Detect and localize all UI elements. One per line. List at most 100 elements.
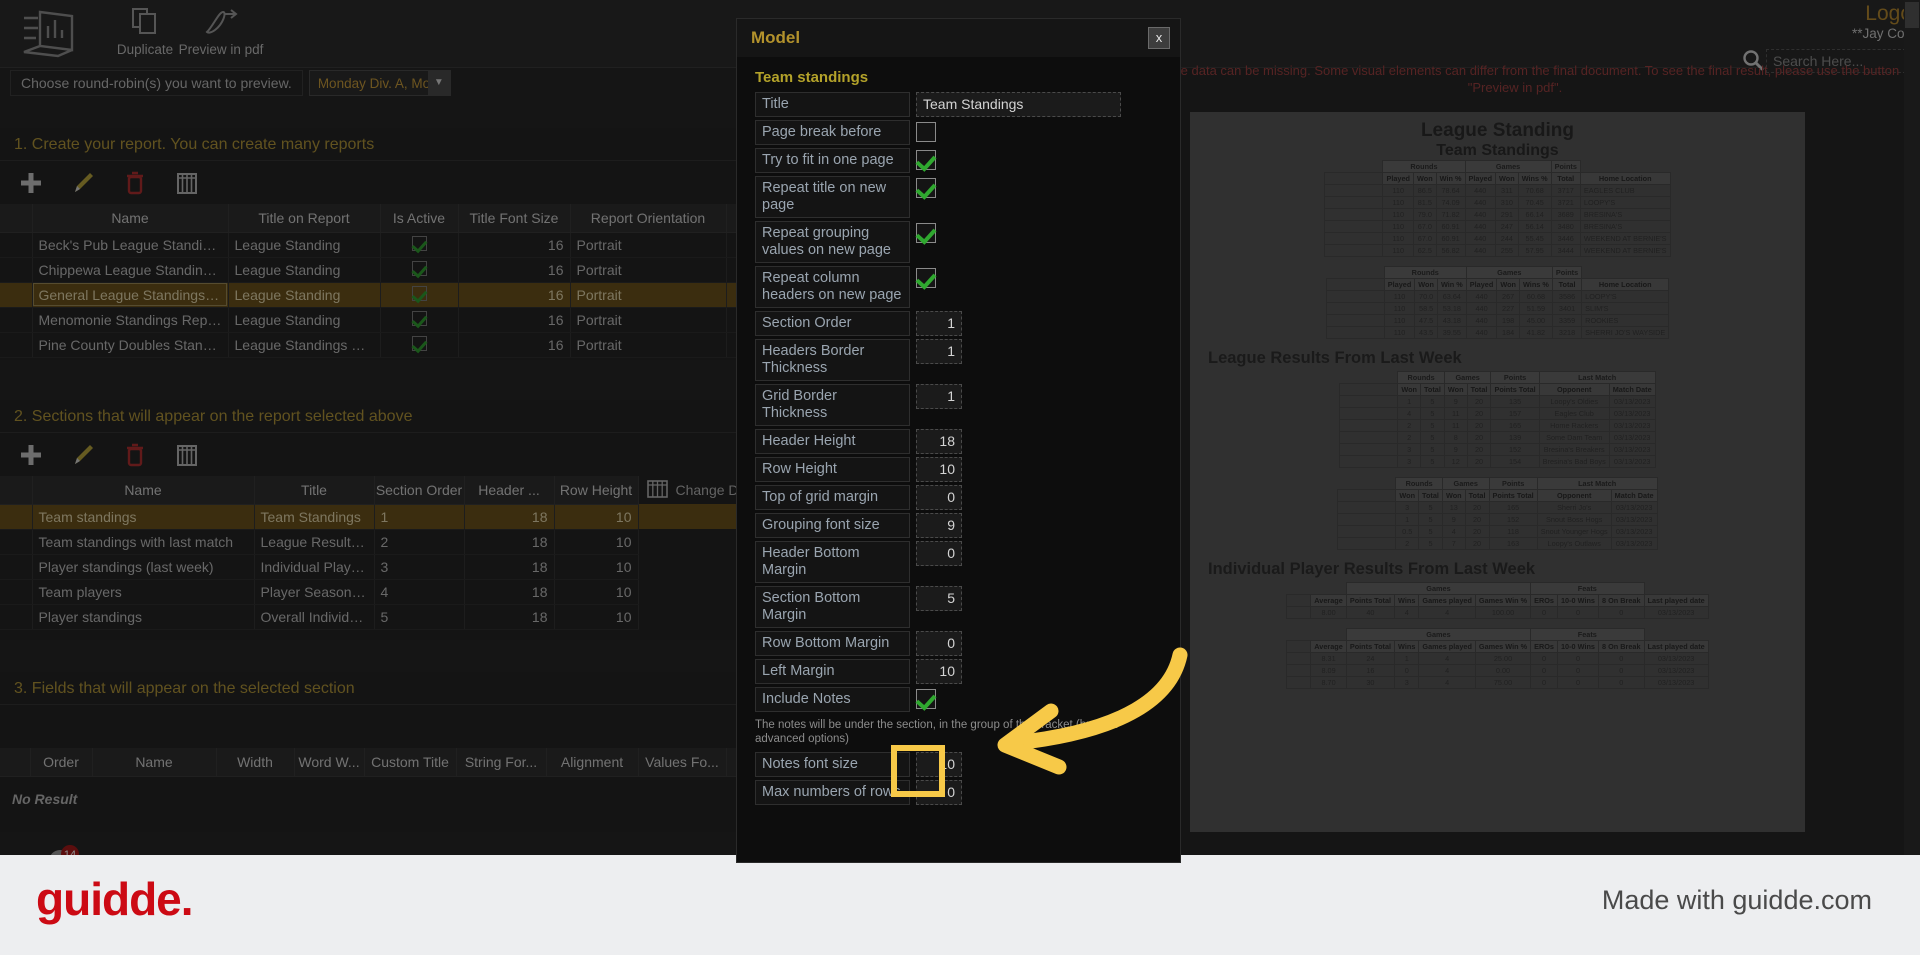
add-icon[interactable] — [16, 440, 46, 470]
report-cell: 5 — [1418, 501, 1443, 514]
column-header: EROs — [1530, 640, 1558, 653]
reports-col-orientation[interactable]: Report Orientation — [570, 204, 727, 233]
model-field-number-input[interactable]: 5 — [916, 586, 962, 611]
report-cell: 311 — [1495, 184, 1519, 197]
edit-icon[interactable] — [68, 168, 98, 198]
model-field-checkbox[interactable] — [916, 150, 936, 170]
sections-col-rowheight[interactable]: Row Height — [554, 476, 639, 505]
report-cell: 110 — [1382, 184, 1414, 197]
checkbox-icon[interactable] — [411, 310, 427, 326]
model-field-number-input[interactable]: 0 — [916, 631, 962, 656]
report-is-active[interactable] — [380, 307, 459, 333]
preview-in-pdf-button[interactable]: Preview in pdf — [166, 6, 276, 57]
row-selector[interactable] — [0, 332, 33, 358]
model-field-label: Repeat column headers on new page — [755, 266, 910, 308]
fields-col-valuesformat[interactable]: Values Fo... — [638, 748, 727, 777]
row-selector[interactable] — [0, 307, 33, 333]
fields-col-name[interactable]: Name — [92, 748, 217, 777]
section-header-height: 18 — [464, 504, 555, 530]
model-field-label: Row Height — [755, 457, 910, 482]
checkbox-icon[interactable] — [411, 235, 427, 251]
delete-icon[interactable] — [120, 440, 150, 470]
report-orientation: Portrait — [570, 282, 727, 308]
fields-col-order[interactable]: Order — [30, 748, 93, 777]
row-selector[interactable] — [0, 554, 33, 580]
row-selector[interactable] — [0, 232, 33, 258]
report-row: 110 67.0 60.91 440 247 56.14 3480 BRESINA'S — [1324, 220, 1671, 233]
report-row: 2 5 8 20 139 Some Dam Team 03/13/2023 — [1339, 431, 1656, 444]
report-name: Beck's Pub League Standing... — [32, 232, 229, 258]
row-selector[interactable] — [0, 579, 33, 605]
chevron-down-icon[interactable]: ▼ — [427, 71, 450, 95]
column-header: Match Date — [1608, 383, 1656, 396]
model-field-checkbox[interactable] — [916, 122, 936, 142]
model-field-number-input[interactable]: 1 — [916, 384, 962, 409]
report-is-active[interactable] — [380, 232, 459, 258]
reports-col-name[interactable]: Name — [32, 204, 229, 233]
sections-col-order[interactable]: Section Order — [374, 476, 465, 505]
report-cell: 3689 — [1550, 208, 1581, 221]
report-cell: 3218 — [1551, 326, 1583, 339]
report-cell: Bresina's Bad Boys — [1538, 455, 1610, 468]
round-robin-dropdown[interactable]: Monday Div. A, Mond... ▼ — [308, 70, 451, 96]
sections-col-name[interactable]: Name — [32, 476, 255, 505]
row-selector[interactable] — [0, 604, 33, 630]
model-field-checkbox[interactable] — [916, 689, 936, 709]
row-selector[interactable] — [0, 282, 33, 308]
report-cell: 39.55 — [1436, 326, 1467, 339]
add-icon[interactable] — [16, 168, 46, 198]
report-is-active[interactable] — [380, 282, 459, 308]
sections-col-header[interactable]: Header ... — [464, 476, 555, 505]
model-field-number-input[interactable]: 0 — [916, 541, 962, 566]
fields-col-width[interactable]: Width — [216, 748, 295, 777]
model-field-number-input[interactable]: 10 — [916, 659, 962, 684]
results-table-2: Rounds Games Points Last Match Won Total Won To… — [1337, 477, 1658, 550]
report-cell: 75.00 — [1474, 676, 1532, 689]
model-field-number-input[interactable]: 1 — [916, 339, 962, 364]
checkbox-icon[interactable] — [411, 285, 427, 301]
model-field-number-input[interactable]: 1 — [916, 311, 962, 336]
model-field-checkbox[interactable] — [916, 178, 936, 198]
columns-icon[interactable] — [172, 168, 202, 198]
row-selector[interactable] — [0, 529, 33, 555]
delete-icon[interactable] — [120, 168, 150, 198]
pdf-icon — [166, 6, 276, 40]
model-field-number-input[interactable]: 0 — [916, 485, 962, 510]
reports-col-title[interactable]: Title on Report — [228, 204, 381, 233]
reports-col-0[interactable] — [0, 204, 33, 233]
scrollbar-thumb[interactable] — [1905, 2, 1919, 28]
fields-col-customtitle[interactable]: Custom Title — [364, 748, 457, 777]
model-field-number-input[interactable]: 10 — [916, 457, 962, 482]
report-cell: 03/13/2023 — [1610, 537, 1658, 550]
reports-col-fontsize[interactable]: Title Font Size — [458, 204, 571, 233]
row-selector[interactable] — [0, 504, 33, 530]
standings-table-1: Rounds Games Points Played Won Win % Played Won… — [1324, 160, 1671, 257]
reports-col-active[interactable]: Is Active — [380, 204, 459, 233]
group-header: Rounds — [1382, 160, 1466, 173]
model-field-text-input[interactable]: Team Standings — [916, 92, 1121, 117]
checkbox-icon[interactable] — [411, 335, 427, 351]
fields-col-0[interactable] — [0, 748, 31, 777]
report-cell: 71.82 — [1435, 208, 1466, 221]
model-field-number-input[interactable]: 18 — [916, 429, 962, 454]
fields-col-stringformat[interactable]: String For... — [456, 748, 547, 777]
edit-icon[interactable] — [68, 440, 98, 470]
fields-col-alignment[interactable]: Alignment — [546, 748, 639, 777]
sections-col-0[interactable] — [0, 476, 33, 505]
section-title: Overall Individu... — [254, 604, 375, 630]
model-field-checkbox[interactable] — [916, 268, 936, 288]
fields-col-wordwrap[interactable]: Word W... — [294, 748, 365, 777]
report-is-active[interactable] — [380, 332, 459, 358]
page-scrollbar[interactable] — [1904, 0, 1920, 955]
columns-icon[interactable] — [172, 440, 202, 470]
report-cell: 20 — [1466, 455, 1492, 468]
close-icon[interactable]: x — [1148, 27, 1170, 49]
row-selector[interactable] — [0, 257, 33, 283]
column-header: Games played — [1418, 640, 1476, 653]
model-field-checkbox[interactable] — [916, 223, 936, 243]
report-is-active[interactable] — [380, 257, 459, 283]
sections-col-title[interactable]: Title — [254, 476, 375, 505]
model-field-number-input[interactable]: 9 — [916, 513, 962, 538]
round-robin-label: Choose round-robin(s) you want to previe… — [10, 70, 303, 96]
checkbox-icon[interactable] — [411, 260, 427, 276]
